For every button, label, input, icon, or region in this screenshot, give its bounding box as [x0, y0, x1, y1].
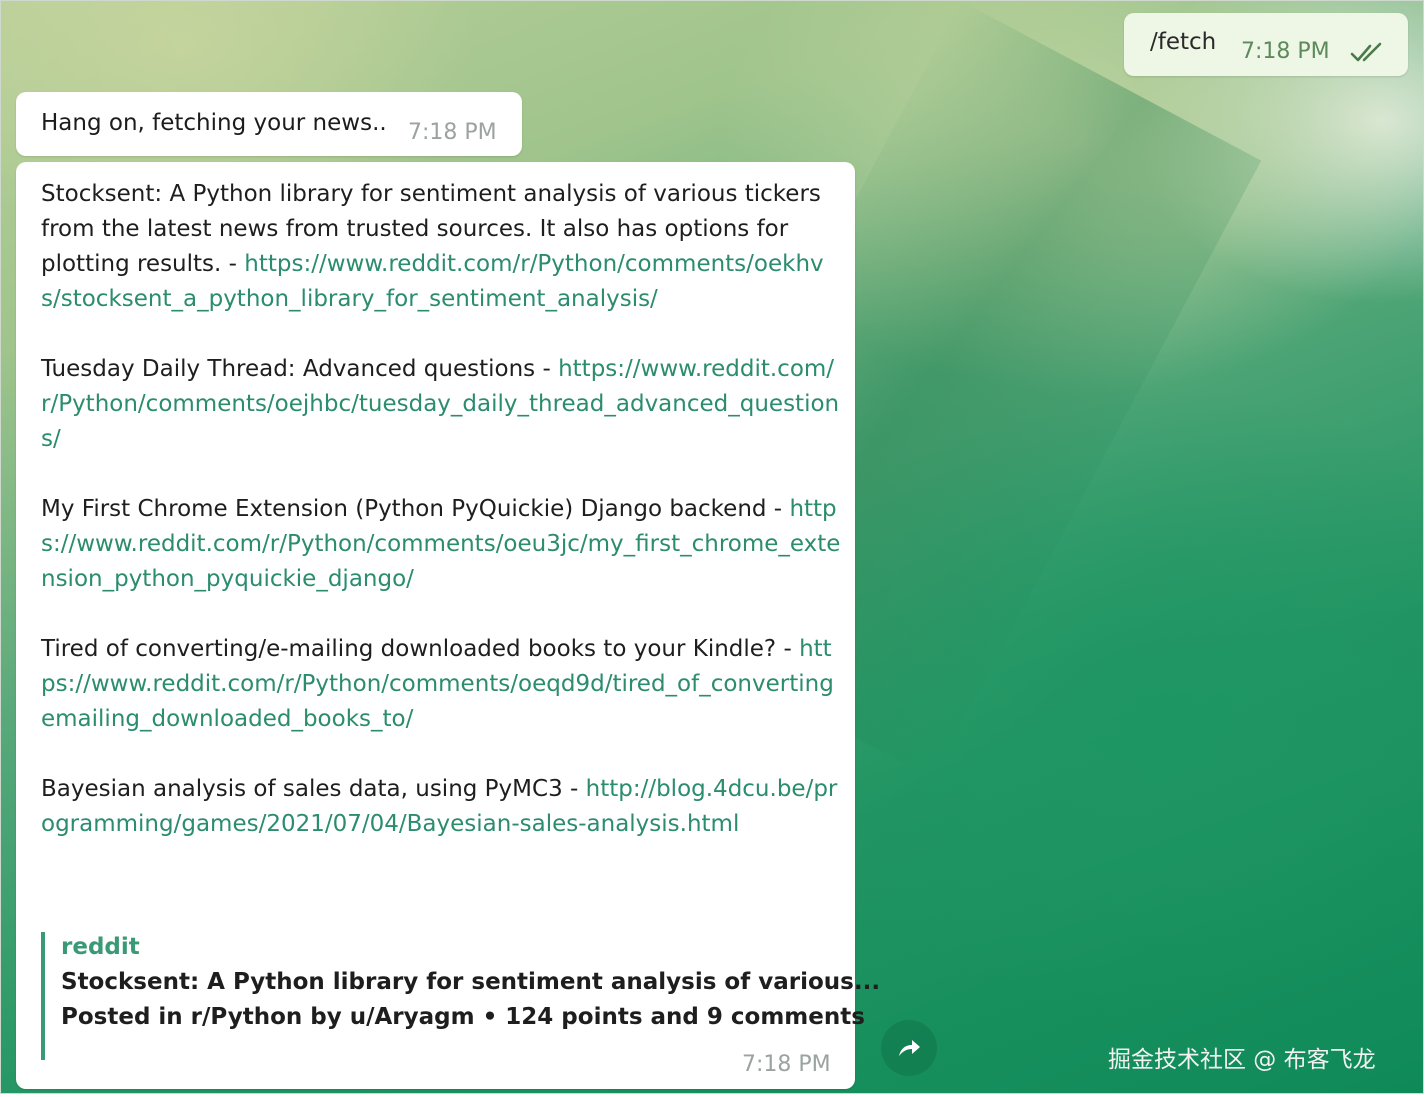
double-check-icon: [1350, 42, 1382, 62]
news-item: Tuesday Daily Thread: Advanced questions…: [41, 352, 841, 457]
link-preview-site: reddit: [61, 934, 140, 960]
share-button[interactable]: [881, 1020, 937, 1076]
link-preview-title: Stocksent: A Python library for sentimen…: [61, 969, 881, 995]
outgoing-message[interactable]: /fetch 7:18 PM: [1124, 13, 1408, 76]
status-message-time: 7:18 PM: [408, 120, 497, 145]
news-message-time: 7:18 PM: [742, 1052, 831, 1077]
outgoing-message-text: /fetch: [1150, 29, 1217, 55]
incoming-status-message[interactable]: Hang on, fetching your news.. 7:18 PM: [16, 92, 522, 156]
news-item: Bayesian analysis of sales data, using P…: [41, 772, 841, 842]
news-item-title: Tired of converting/e-mailing downloaded…: [41, 636, 792, 662]
news-item: My First Chrome Extension (Python PyQuic…: [41, 492, 841, 597]
news-item: Tired of converting/e-mailing downloaded…: [41, 632, 841, 737]
news-list: Stocksent: A Python library for sentimen…: [41, 177, 841, 842]
news-message[interactable]: Stocksent: A Python library for sentimen…: [16, 162, 880, 1089]
link-preview-description: Posted in r/Python by u/Aryagm • 124 poi…: [61, 1004, 865, 1030]
news-item-title: Bayesian analysis of sales data, using P…: [41, 776, 579, 802]
news-item-title: Tuesday Daily Thread: Advanced questions…: [41, 356, 551, 382]
news-item: Stocksent: A Python library for sentimen…: [41, 177, 841, 317]
news-item-title: My First Chrome Extension (Python PyQuic…: [41, 496, 783, 522]
link-preview[interactable]: reddit Stocksent: A Python library for s…: [41, 932, 880, 1060]
outgoing-message-time: 7:18 PM: [1241, 39, 1330, 64]
status-message-text: Hang on, fetching your news..: [41, 110, 387, 136]
watermark: 掘金技术社区 @ 布客飞龙: [1108, 1047, 1376, 1073]
share-arrow-icon: [899, 1040, 920, 1056]
